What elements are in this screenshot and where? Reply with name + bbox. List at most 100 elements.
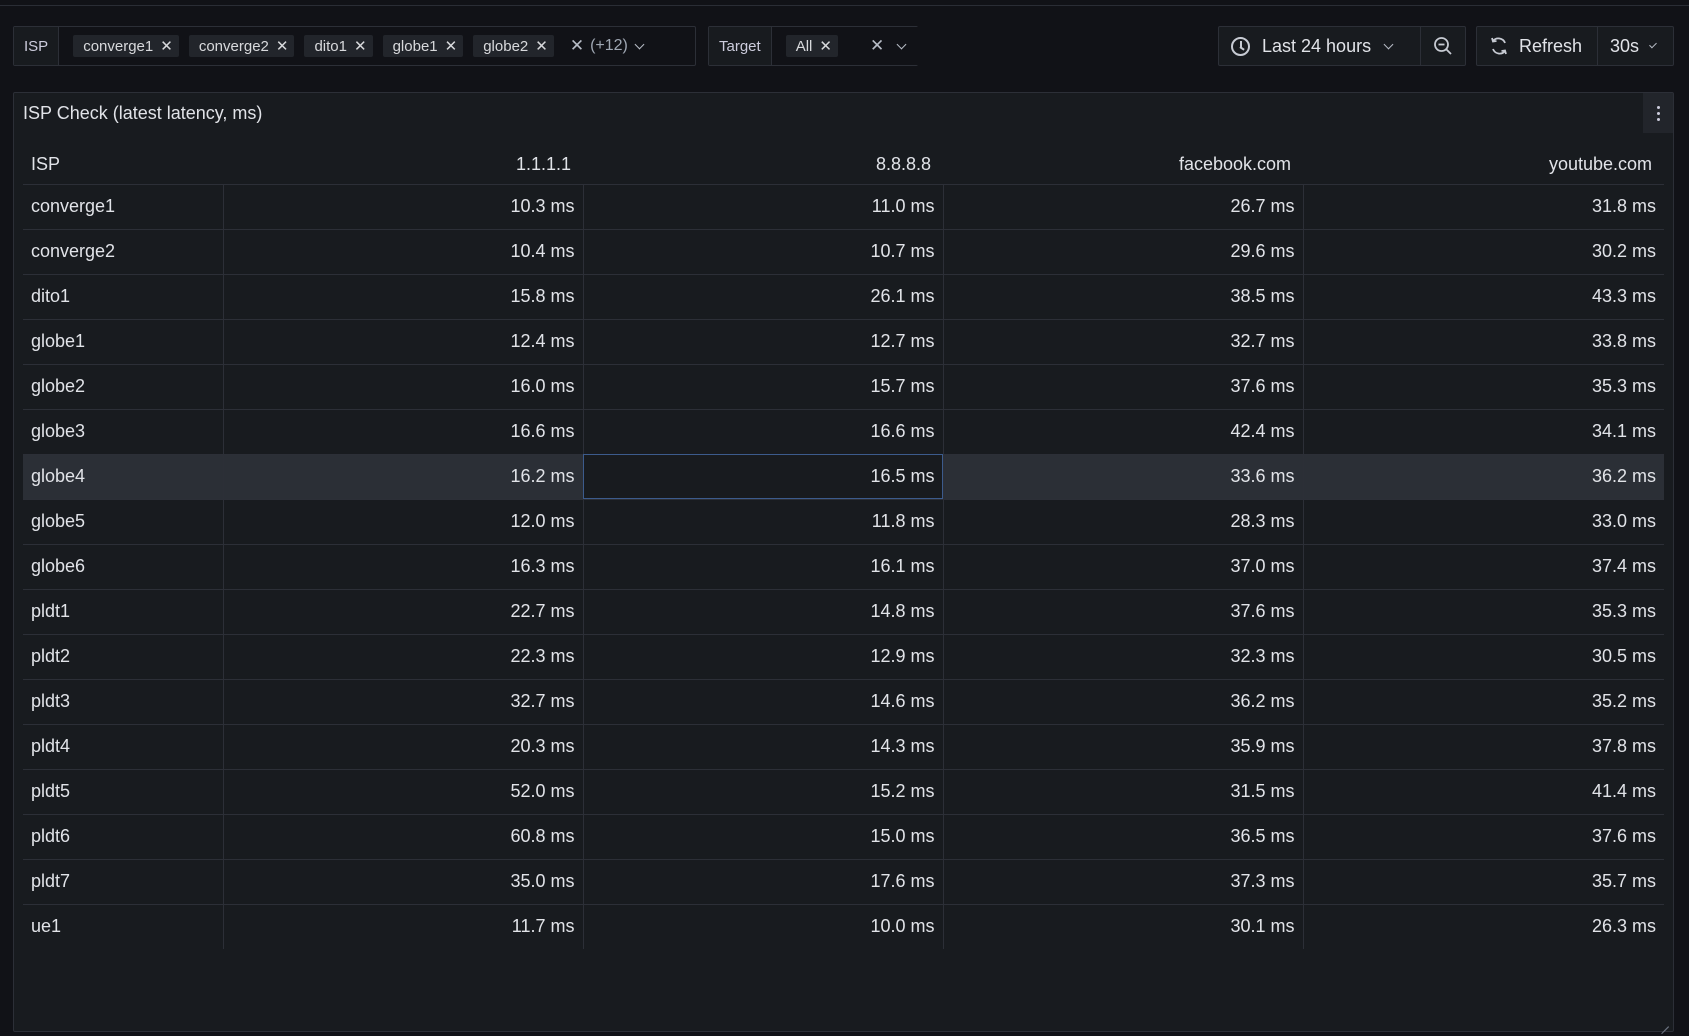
- table-row: converge2 10.4 ms 10.7 ms 29.6 ms 30.2 ms: [23, 229, 1664, 275]
- latency-cell: 32.3 ms: [942, 634, 1303, 680]
- isp-name-cell: globe5: [23, 499, 223, 545]
- table-row: converge1 10.3 ms 11.0 ms 26.7 ms 31.8 ms: [23, 184, 1664, 230]
- isp-name-cell: converge1: [23, 184, 223, 230]
- variable-chip-label: converge1: [83, 37, 154, 55]
- latency-cell: 16.1 ms: [582, 544, 943, 590]
- latency-cell: 10.7 ms: [582, 229, 943, 275]
- refresh-controls: Refresh 30s: [1476, 26, 1674, 66]
- clear-all-icon[interactable]: ✕: [870, 36, 884, 56]
- variable-chip[interactable]: All ✕: [785, 35, 838, 57]
- table-row: globe1 12.4 ms 12.7 ms 32.7 ms 33.8 ms: [23, 319, 1664, 365]
- remove-chip-icon[interactable]: ✕: [819, 37, 832, 55]
- variable-more: ✕: [870, 36, 911, 56]
- table-header-row: ISP 1.1.1.1 8.8.8.8 facebook.com youtube.com: [23, 146, 1664, 185]
- latency-cell: 16.3 ms: [222, 544, 583, 590]
- isp-name-cell: ue1: [31, 916, 62, 937]
- isp-check-panel: ISP Check (latest latency, ms) ISP 1.1.1.…: [13, 92, 1674, 1032]
- latency-cell: 37.3 ms: [942, 859, 1303, 905]
- zoom-out-icon: [1434, 37, 1452, 55]
- isp-variable-values[interactable]: converge1 ✕ converge2 ✕ dito1 ✕ globe1 ✕ globe2 ✕…: [59, 27, 657, 65]
- isp-name-cell: dito1: [23, 274, 223, 320]
- table-row: pldt3 32.7 ms 14.6 ms 36.2 ms 35.2 ms: [23, 679, 1664, 725]
- isp-name-cell: pldt5: [23, 769, 223, 815]
- variable-chip[interactable]: globe1 ✕: [382, 35, 464, 57]
- table-row: globe3 16.6 ms 16.6 ms 42.4 ms 34.1 ms: [23, 409, 1664, 455]
- latency-cell: 37.8 ms: [1302, 724, 1664, 770]
- latency-cell: 20.3 ms: [222, 724, 583, 770]
- target-variable-values[interactable]: All ✕ ✕: [771, 27, 920, 65]
- latency-cell: 26.3 ms: [1302, 904, 1664, 949]
- target-variable[interactable]: Target All ✕ ✕: [708, 26, 920, 66]
- top-border: [0, 5, 1689, 6]
- panel-resize-handle[interactable]: [1659, 1017, 1669, 1027]
- latency-table: ISP 1.1.1.1 8.8.8.8 facebook.com youtube.com…: [23, 146, 1664, 949]
- isp-name-cell: pldt4: [23, 724, 223, 770]
- table-row: pldt4 20.3 ms 14.3 ms 35.9 ms 37.8 ms: [23, 724, 1664, 770]
- variable-chip-label: All: [795, 37, 813, 55]
- table-row: pldt7 35.0 ms 17.6 ms 37.3 ms 35.7 ms: [23, 859, 1664, 905]
- zoom-out-button[interactable]: [1420, 27, 1465, 65]
- table-row: pldt1 22.7 ms 14.8 ms 37.6 ms 35.3 ms: [23, 589, 1664, 635]
- latency-cell: 17.6 ms: [582, 859, 943, 905]
- latency-cell: 37.4 ms: [1302, 544, 1664, 590]
- latency-cell: 36.5 ms: [942, 814, 1303, 860]
- column-header[interactable]: youtube.com: [1303, 146, 1664, 185]
- more-count: (+12): [590, 37, 628, 54]
- column-header[interactable]: ISP: [23, 146, 223, 185]
- column-header[interactable]: 8.8.8.8: [583, 146, 943, 185]
- kebab-menu-icon: [1656, 105, 1660, 109]
- time-range-label: Last 24 hours: [1262, 35, 1372, 56]
- latency-cell: 32.7 ms: [222, 679, 583, 725]
- latency-cell: 35.3 ms: [1302, 589, 1664, 635]
- variable-chip-label: globe2: [483, 37, 529, 55]
- table-row: globe6 16.3 ms 16.1 ms 37.0 ms 37.4 ms: [23, 544, 1664, 590]
- table-row: dito1 15.8 ms 26.1 ms 38.5 ms 43.3 ms: [23, 274, 1664, 320]
- variable-chip-label: globe1: [392, 37, 438, 55]
- latency-cell: 11.0 ms: [582, 184, 943, 230]
- latency-cell: 12.7 ms: [582, 319, 943, 365]
- refresh-button[interactable]: Refresh: [1477, 27, 1597, 65]
- remove-chip-icon[interactable]: ✕: [160, 37, 173, 55]
- time-controls: Last 24 hours: [1218, 26, 1466, 66]
- remove-chip-icon[interactable]: ✕: [354, 37, 367, 55]
- isp-variable[interactable]: ISP converge1 ✕ converge2 ✕ dito1 ✕ globe1 ✕ glo…: [13, 26, 696, 66]
- table-row: globe5 12.0 ms 11.8 ms 28.3 ms 33.0 ms: [23, 499, 1664, 545]
- remove-chip-icon[interactable]: ✕: [535, 37, 548, 55]
- latency-cell: 35.0 ms: [222, 859, 583, 905]
- latency-cell: 29.6 ms: [942, 229, 1303, 275]
- latency-cell: 38.5 ms: [942, 274, 1303, 320]
- isp-name-cell: globe1: [23, 319, 223, 365]
- table-row: globe2 16.0 ms 15.7 ms 37.6 ms 35.3 ms: [23, 364, 1664, 410]
- variable-chip[interactable]: converge2 ✕: [188, 35, 295, 57]
- table-row: ue1 11.7 ms 10.0 ms 30.1 ms 26.3 ms: [23, 904, 1664, 949]
- chevron-down-icon: [1649, 40, 1657, 48]
- time-picker-button[interactable]: Last 24 hours: [1219, 27, 1420, 65]
- isp-name-cell: globe3: [23, 409, 223, 455]
- variable-chip-label: dito1: [314, 37, 347, 55]
- latency-cell: 16.2 ms: [222, 454, 583, 500]
- refresh-interval-picker[interactable]: 30s: [1597, 27, 1673, 65]
- table-row: pldt6 60.8 ms 15.0 ms 36.5 ms 37.6 ms: [23, 814, 1664, 860]
- clear-all-icon[interactable]: ✕: [570, 36, 584, 56]
- panel-menu-button[interactable]: [1643, 93, 1673, 133]
- variable-chip[interactable]: dito1 ✕: [304, 35, 373, 57]
- column-header[interactable]: 1.1.1.1: [223, 146, 583, 185]
- latency-cell: 35.2 ms: [1302, 679, 1664, 725]
- variable-chip-label: converge2: [198, 37, 269, 55]
- chevron-down-icon[interactable]: [634, 39, 645, 49]
- latency-cell: 22.3 ms: [222, 634, 583, 680]
- latency-cell: 33.6 ms: [942, 454, 1303, 500]
- remove-chip-icon[interactable]: ✕: [445, 37, 458, 55]
- latency-cell: 60.8 ms: [222, 814, 583, 860]
- latency-cell: 30.5 ms: [1302, 634, 1664, 680]
- column-header[interactable]: facebook.com: [943, 146, 1303, 185]
- remove-chip-icon[interactable]: ✕: [276, 37, 289, 55]
- table-row: pldt5 52.0 ms 15.2 ms 31.5 ms 41.4 ms: [23, 769, 1664, 815]
- isp-variable-label: ISP: [14, 27, 60, 65]
- latency-cell: 30.1 ms: [942, 904, 1303, 949]
- variable-chip[interactable]: converge1 ✕: [73, 35, 179, 57]
- variable-chip[interactable]: globe2 ✕: [473, 35, 554, 57]
- chevron-down-icon[interactable]: [896, 39, 907, 49]
- isp-name-cell: pldt3: [23, 679, 223, 725]
- latency-cell: 26.7 ms: [942, 184, 1303, 230]
